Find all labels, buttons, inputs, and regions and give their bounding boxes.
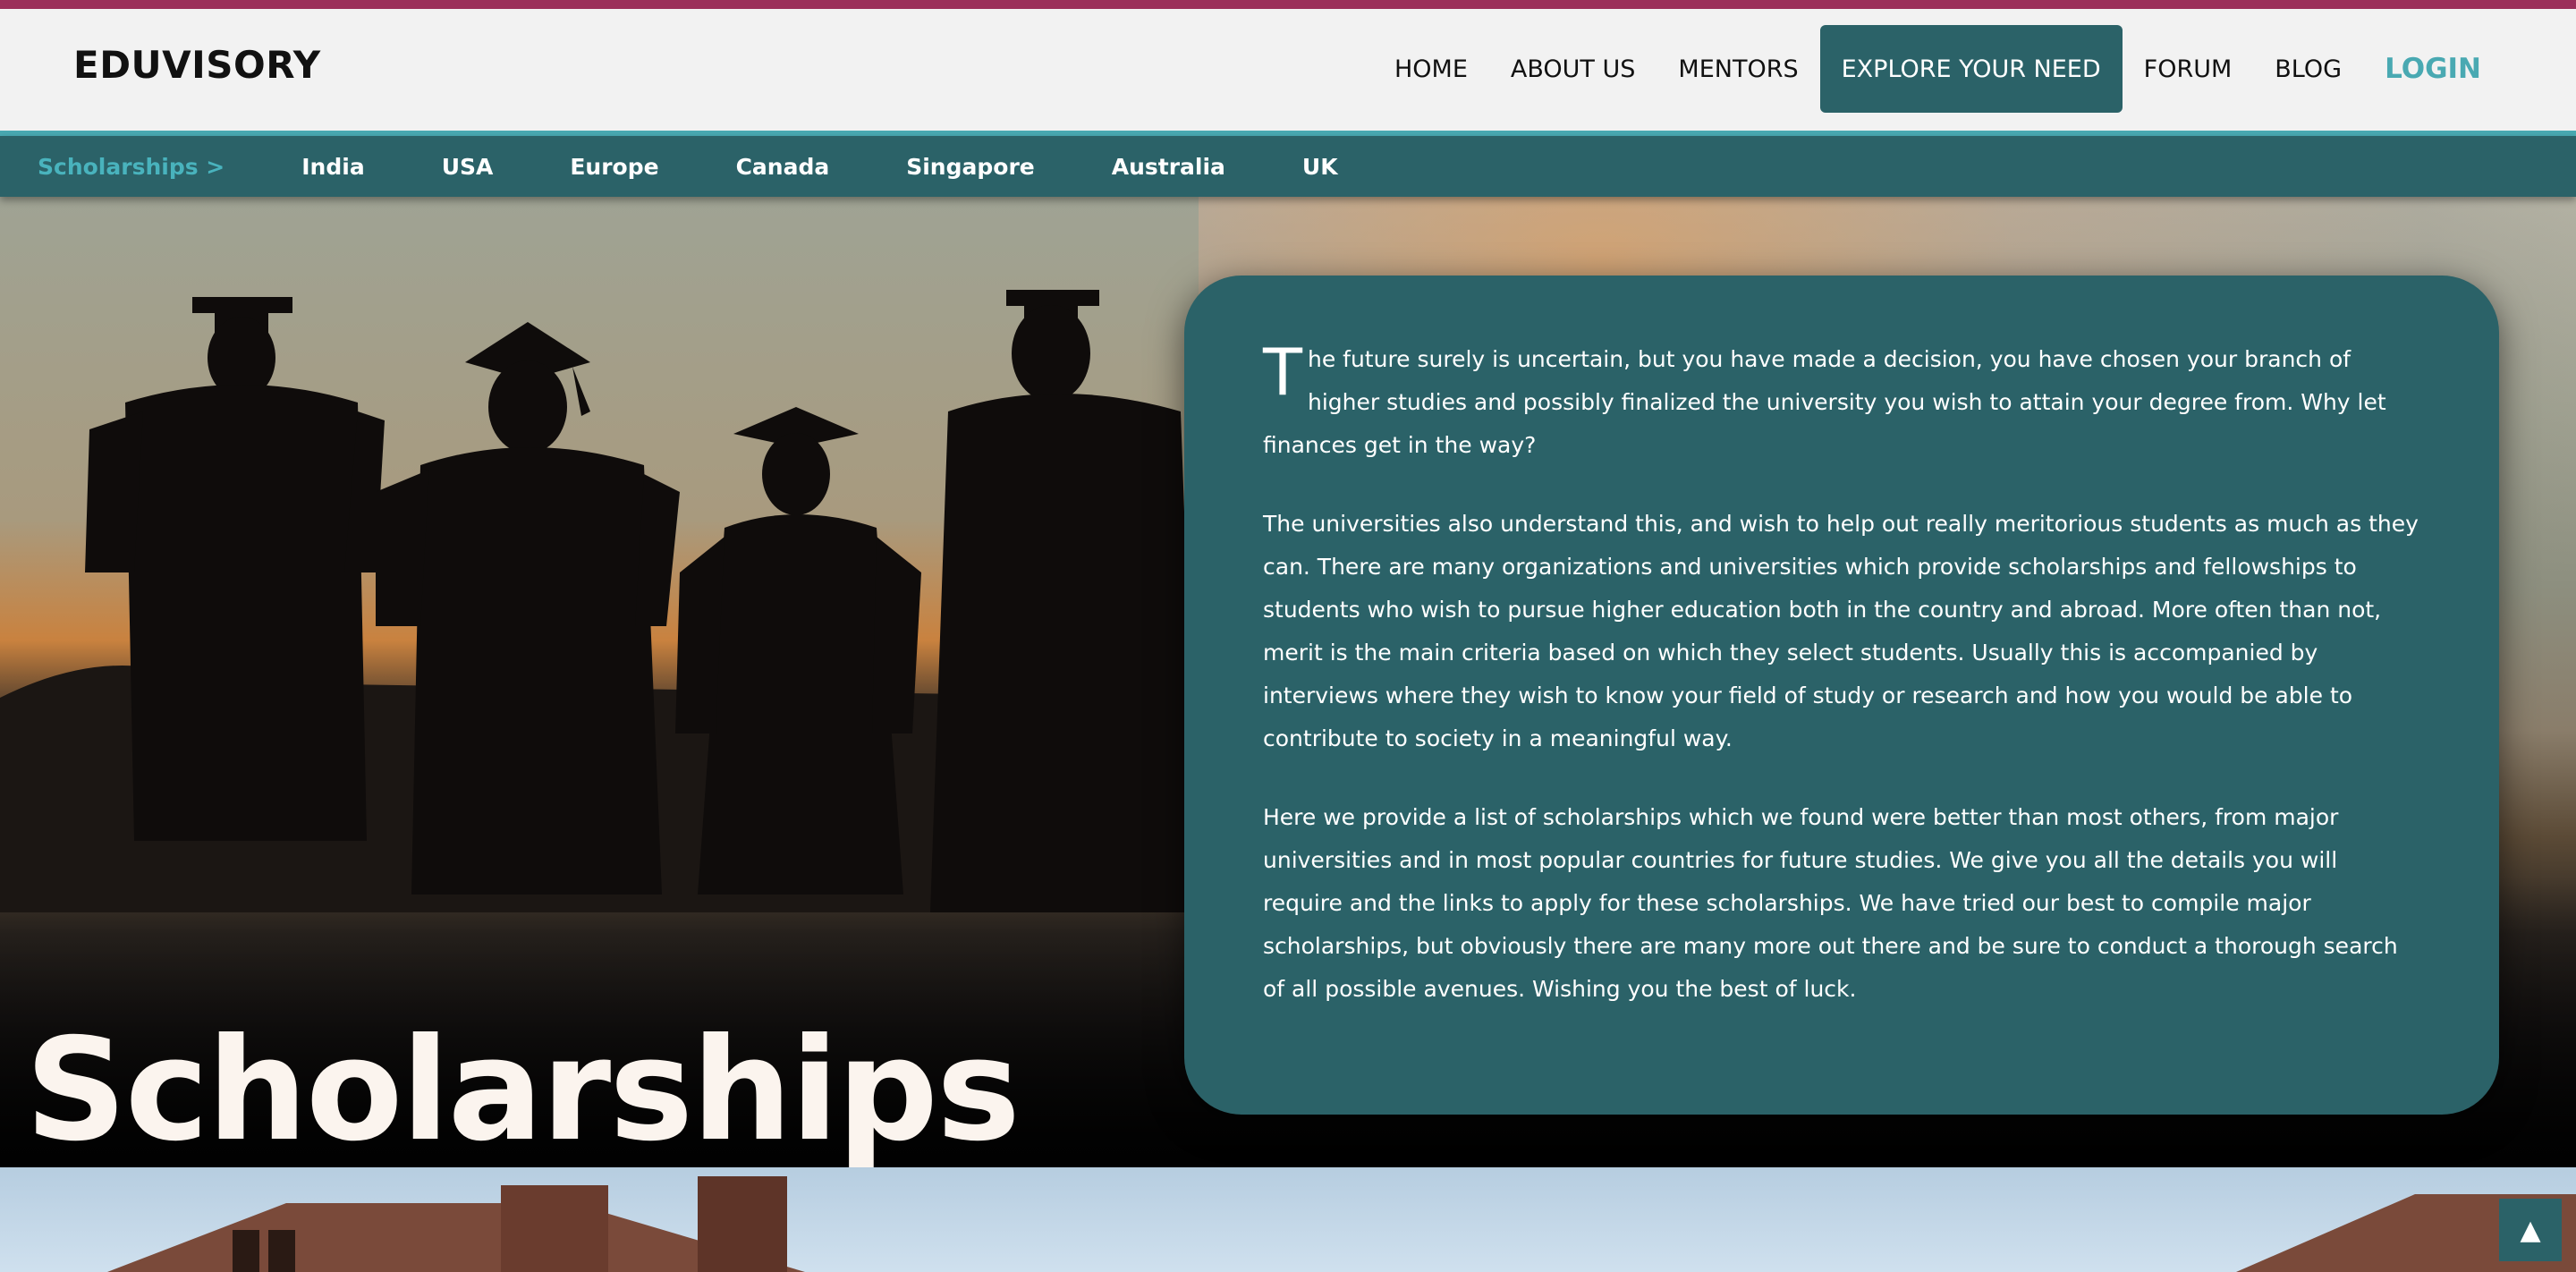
- scholarship-subnav: Scholarships > India USA Europe Canada S…: [0, 136, 2576, 197]
- nav-about-us[interactable]: ABOUT US: [1489, 25, 1657, 113]
- subnav-singapore[interactable]: Singapore: [906, 154, 1035, 180]
- subnav-uk[interactable]: UK: [1302, 154, 1338, 180]
- nav-forum[interactable]: FORUM: [2123, 25, 2254, 113]
- main-nav: HOME ABOUT US MENTORS EXPLORE YOUR NEED …: [1373, 25, 2503, 113]
- brand-logo[interactable]: EDUVISORY: [73, 43, 321, 87]
- nav-home[interactable]: HOME: [1373, 25, 1489, 113]
- intro-paragraph-1: T he future surely is uncertain, but you…: [1263, 338, 2422, 467]
- scroll-to-top-button[interactable]: ▲: [2499, 1199, 2562, 1261]
- subnav-europe[interactable]: Europe: [570, 154, 658, 180]
- building-illustration: [107, 1176, 2576, 1272]
- graduates-silhouette-image: [0, 197, 1199, 912]
- main-navbar: EDUVISORY HOME ABOUT US MENTORS EXPLORE …: [0, 9, 2576, 136]
- intro-paragraph-1-text: he future surely is uncertain, but you h…: [1263, 346, 2386, 458]
- arrow-up-icon: ▲: [2520, 1214, 2541, 1246]
- dropcap-letter: T: [1263, 335, 1302, 410]
- nav-mentors[interactable]: MENTORS: [1657, 25, 1819, 113]
- subnav-usa[interactable]: USA: [442, 154, 494, 180]
- scholarship-intro-card: T he future surely is uncertain, but you…: [1184, 276, 2499, 1115]
- subnav-india[interactable]: India: [301, 154, 364, 180]
- nav-blog[interactable]: BLOG: [2253, 25, 2363, 113]
- intro-paragraph-2: The universities also understand this, a…: [1263, 511, 2419, 751]
- login-link[interactable]: LOGIN: [2363, 25, 2503, 113]
- subnav-current[interactable]: Scholarships >: [38, 154, 225, 180]
- subnav-australia[interactable]: Australia: [1112, 154, 1225, 180]
- top-accent-stripe: [0, 0, 2576, 9]
- hero-title: Scholarships: [25, 1008, 1021, 1167]
- campus-building-image: [0, 1167, 2576, 1272]
- nav-explore-your-need[interactable]: EXPLORE YOUR NEED: [1819, 25, 2123, 113]
- intro-paragraph-3: Here we provide a list of scholarships w…: [1263, 804, 2398, 1002]
- subnav-canada[interactable]: Canada: [736, 154, 830, 180]
